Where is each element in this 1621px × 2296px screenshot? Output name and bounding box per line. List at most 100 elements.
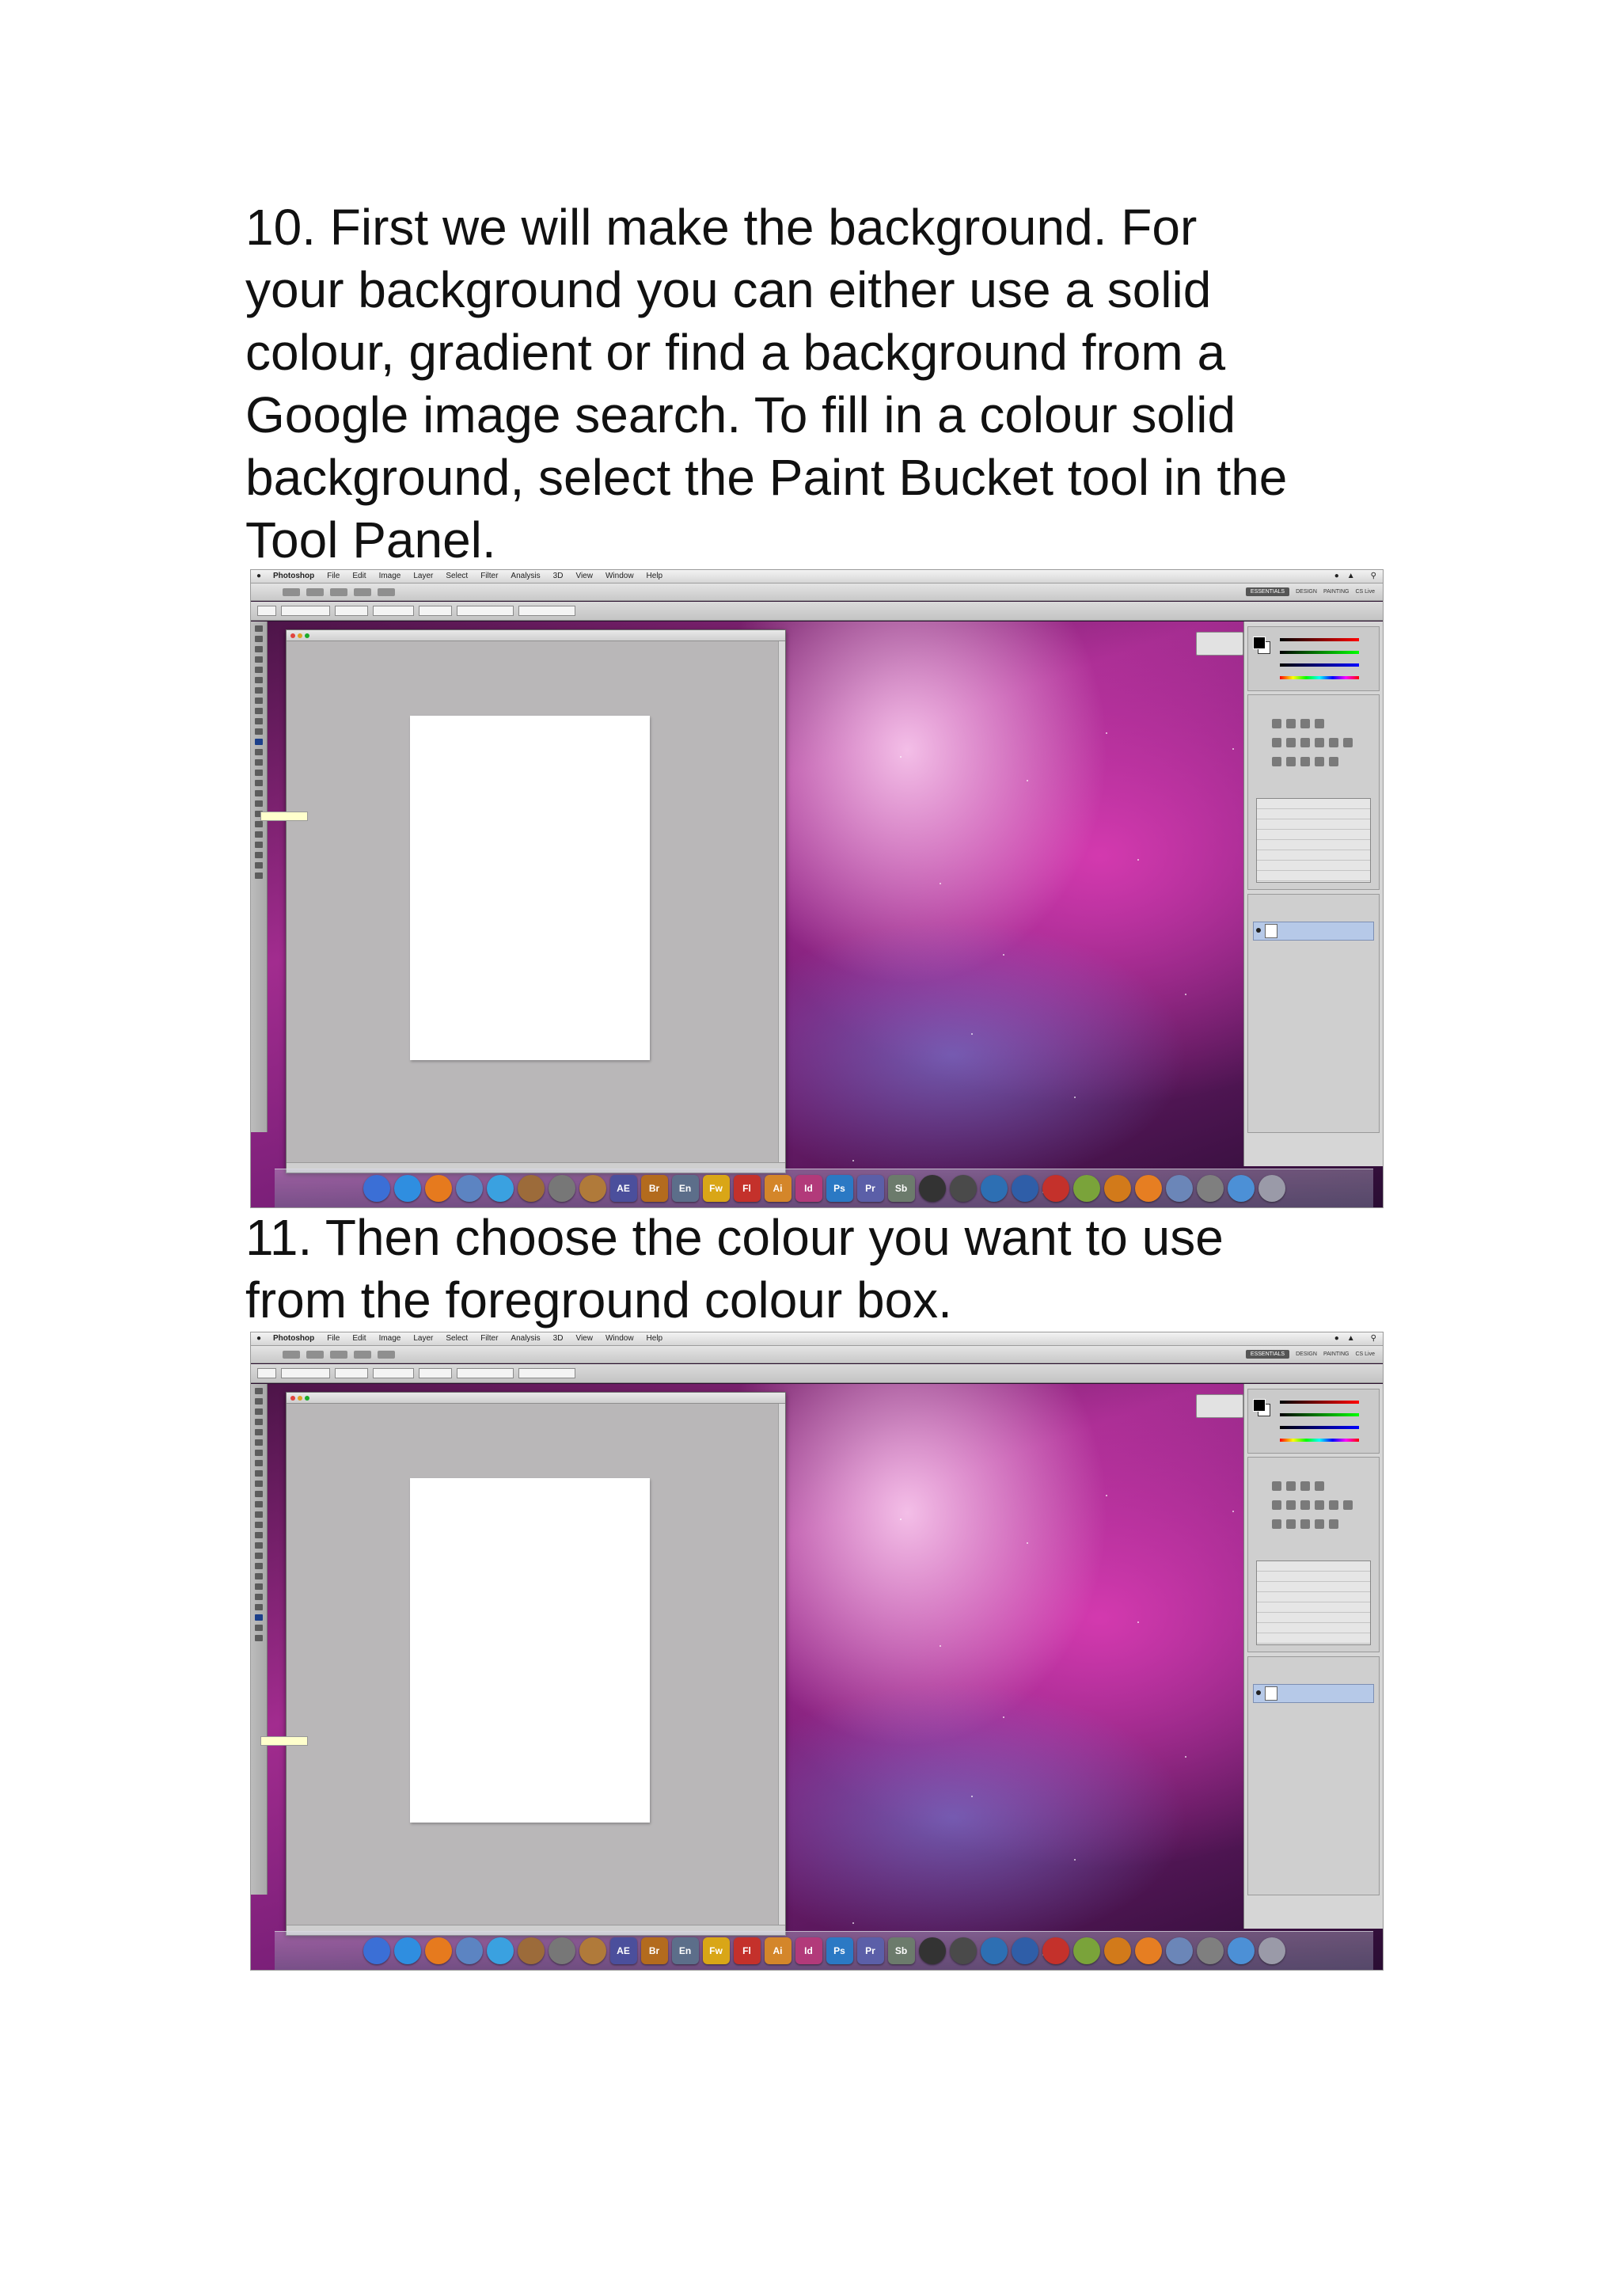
path-selection-tool-icon[interactable] <box>255 1553 263 1559</box>
zoom-level-menu[interactable] <box>330 1350 347 1359</box>
screen-mode-tool-icon[interactable] <box>255 1635 263 1641</box>
pen-tool-icon[interactable] <box>255 1532 263 1538</box>
soundbooth-icon[interactable]: Sb <box>887 1175 915 1202</box>
menu-item-window[interactable]: Window <box>599 1332 640 1345</box>
apple-icon[interactable]: ● <box>251 570 267 583</box>
preview-icon[interactable] <box>1165 1937 1193 1964</box>
close-icon[interactable] <box>290 633 295 638</box>
opacity-field[interactable] <box>373 606 414 616</box>
menu-item-image[interactable]: Image <box>373 570 408 583</box>
mb-button[interactable] <box>306 587 324 596</box>
screen-mode-tool-icon[interactable] <box>255 872 263 879</box>
menu-item-3d[interactable]: 3D <box>547 570 570 583</box>
channel-mixer-icon[interactable] <box>1343 1500 1353 1510</box>
preview-icon[interactable] <box>1165 1175 1193 1202</box>
foreground-color-swatch[interactable] <box>1253 637 1266 649</box>
channel-mixer-icon[interactable] <box>1343 738 1353 747</box>
gradient-map-icon[interactable] <box>1315 757 1324 766</box>
mode-select[interactable] <box>335 606 368 616</box>
vibrance-icon[interactable] <box>1272 738 1281 747</box>
green-slider[interactable] <box>1280 651 1359 654</box>
healing-tool-icon[interactable] <box>255 687 263 694</box>
curves-icon[interactable] <box>1300 719 1310 728</box>
levels-icon[interactable] <box>1286 719 1296 728</box>
menu-item-view[interactable]: View <box>569 1332 599 1345</box>
paint-bucket-tool-icon[interactable] <box>255 1501 263 1507</box>
quick-selection-tool-icon[interactable] <box>255 1419 263 1425</box>
illustrator-icon[interactable]: Ai <box>764 1175 792 1202</box>
workspace-design-button[interactable]: DESIGN <box>1296 1351 1317 1357</box>
quicktime-icon[interactable] <box>980 1937 1008 1964</box>
eraser-tool-icon[interactable] <box>255 1491 263 1497</box>
marquee-tool-icon[interactable] <box>255 636 263 642</box>
brightness-icon[interactable] <box>1272 1481 1281 1491</box>
menu-item-edit[interactable]: Edit <box>346 1332 372 1345</box>
close-icon[interactable] <box>290 1395 295 1401</box>
indesign-icon[interactable]: Id <box>795 1937 822 1964</box>
eye-icon[interactable] <box>1256 1690 1261 1695</box>
contiguous-checkbox[interactable] <box>518 1368 575 1378</box>
photos-icon[interactable] <box>517 1175 545 1202</box>
clapper-icon[interactable] <box>949 1175 977 1202</box>
preset-item[interactable] <box>1257 809 1370 819</box>
guitar-icon[interactable] <box>579 1175 606 1202</box>
brush-tool-icon[interactable] <box>255 1460 263 1466</box>
posterize-icon[interactable] <box>1286 1519 1296 1529</box>
arrange-documents-menu[interactable] <box>354 1350 371 1359</box>
soundbooth-icon[interactable]: Sb <box>887 1937 915 1964</box>
menu-item-select[interactable]: Select <box>439 570 474 583</box>
menu-item-layer[interactable]: Layer <box>407 1332 439 1345</box>
type-tool-icon[interactable] <box>255 780 263 786</box>
preset-item[interactable] <box>1257 871 1370 881</box>
zoom-tool-icon[interactable] <box>255 842 263 848</box>
color-balance-icon[interactable] <box>1300 1500 1310 1510</box>
wifi-icon[interactable]: ● <box>1334 1332 1339 1345</box>
screen-mode-menu[interactable] <box>378 587 395 596</box>
panel-dock-button[interactable] <box>1196 632 1243 656</box>
itunes-icon[interactable] <box>486 1937 514 1964</box>
vlc-icon[interactable] <box>1134 1937 1162 1964</box>
spotlight-icon[interactable]: ⚲ <box>1371 570 1376 583</box>
threshold-icon[interactable] <box>1300 1519 1310 1529</box>
office-icon[interactable] <box>1103 1937 1131 1964</box>
fill-source-select[interactable] <box>281 1368 330 1378</box>
mail-icon[interactable] <box>455 1937 483 1964</box>
red-slider[interactable] <box>1280 638 1359 641</box>
crop-tool-icon[interactable] <box>255 1429 263 1435</box>
finder-icon[interactable] <box>363 1937 390 1964</box>
workspace-essentials-button[interactable]: ESSENTIALS <box>1245 587 1290 596</box>
dashboard-icon[interactable] <box>1072 1937 1100 1964</box>
office-icon[interactable] <box>1103 1175 1131 1202</box>
hue-saturation-icon[interactable] <box>1286 1500 1296 1510</box>
layer-row[interactable] <box>1253 922 1374 941</box>
fill-source-select[interactable] <box>281 606 330 616</box>
marquee-tool-icon[interactable] <box>255 1398 263 1405</box>
eye-icon[interactable] <box>1256 928 1261 933</box>
acrobat-icon[interactable] <box>1042 1175 1069 1202</box>
exposure-icon[interactable] <box>1315 719 1324 728</box>
guitar-icon[interactable] <box>579 1937 606 1964</box>
volume-icon[interactable]: ▲ <box>1347 570 1355 583</box>
blur-tool-icon[interactable] <box>255 749 263 755</box>
menu-item-help[interactable]: Help <box>640 1332 670 1345</box>
tool-preset-picker[interactable] <box>257 606 276 616</box>
photo-filter-icon[interactable] <box>1329 1500 1338 1510</box>
history-brush-tool-icon[interactable] <box>255 718 263 724</box>
3d-orbit-tool-icon[interactable] <box>255 821 263 827</box>
opacity-field[interactable] <box>373 1368 414 1378</box>
color-ramp[interactable] <box>1280 676 1359 679</box>
move-tool-icon[interactable] <box>255 625 263 632</box>
minimize-icon[interactable] <box>298 1395 302 1401</box>
bridge-icon[interactable]: Br <box>640 1175 668 1202</box>
posterize-icon[interactable] <box>1286 757 1296 766</box>
lasso-tool-icon[interactable] <box>255 646 263 652</box>
path-selection-tool-icon[interactable] <box>255 790 263 796</box>
after-effects-icon[interactable]: AE <box>609 1175 637 1202</box>
contiguous-checkbox[interactable] <box>518 606 575 616</box>
screen-mode-menu[interactable] <box>378 1350 395 1359</box>
preset-item[interactable] <box>1257 861 1370 871</box>
menu-item-filter[interactable]: Filter <box>474 1332 504 1345</box>
color-balance-icon[interactable] <box>1300 738 1310 747</box>
blur-tool-icon[interactable] <box>255 1511 263 1518</box>
menu-item-filter[interactable]: Filter <box>474 570 504 583</box>
